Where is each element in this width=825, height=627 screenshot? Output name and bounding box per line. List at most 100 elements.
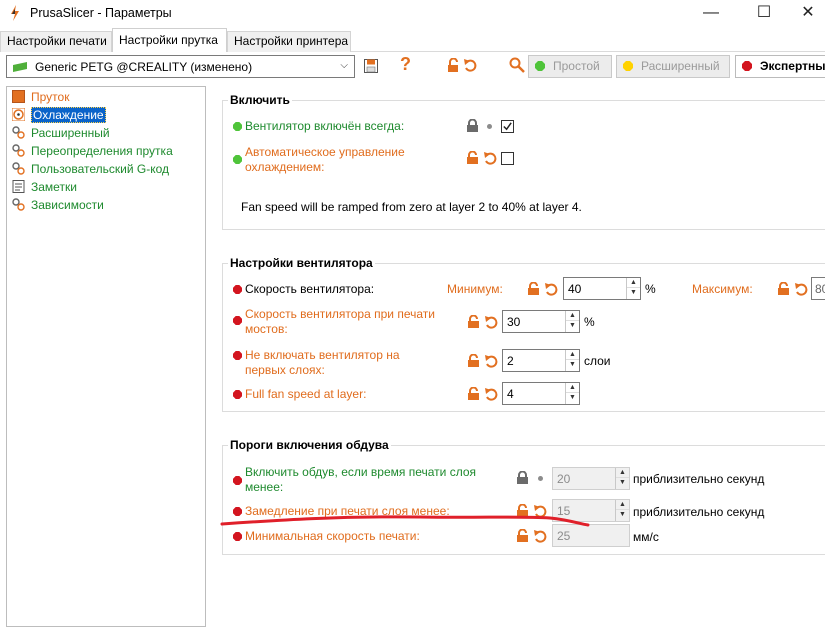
unlocked-lock-icon[interactable] [467,387,481,401]
undo-arrow-icon[interactable] [794,282,808,296]
spin-down-icon[interactable]: ▼ [627,288,640,298]
locked-lock-icon[interactable] [516,471,530,485]
save-icon[interactable] [364,59,378,73]
tab-print-settings[interactable]: Настройки печати [0,31,112,52]
bridge-fan-unit: % [584,315,595,329]
auto-cooling-checkbox[interactable] [501,152,514,165]
spin-buttons: ▲ ▼ [565,383,579,404]
wrench-icon [12,162,25,175]
system-value-bullet-icon [538,476,543,481]
bridge-fan-spinbox[interactable]: 30 ▲ ▼ [502,310,580,333]
unlocked-lock-icon[interactable] [777,282,791,296]
bridge-fan-label-line2: мостов: [245,322,288,336]
system-value-bullet-icon [487,124,492,129]
spin-down-icon[interactable]: ▼ [616,510,629,520]
spin-buttons: ▲ ▼ [626,278,640,299]
disable-fan-first-label: Не включать вентилятор на [245,348,400,362]
disable-fan-first-label-line2: первых слоях: [245,363,325,377]
bridge-fan-value: 30 [507,315,521,329]
mode-expert-button[interactable]: Экспертный [735,55,825,78]
unlocked-lock-icon[interactable] [466,151,480,165]
unlocked-lock-icon[interactable] [527,282,541,296]
wrench-icon [12,198,25,211]
fan-speed-min-spinbox[interactable]: 40 ▲ ▼ [563,277,641,300]
tree-item-cooling[interactable]: Охлаждение [12,107,106,124]
green-mode-icon [535,61,545,71]
spin-down-icon[interactable]: ▼ [616,478,629,488]
spin-down-icon[interactable]: ▼ [566,360,579,370]
undo-arrow-icon[interactable] [484,387,498,401]
settings-tabs: Настройки печати Настройки прутка Настро… [0,28,825,53]
undo-arrow-icon[interactable] [533,529,547,543]
expert-mode-marker [233,476,242,485]
close-button[interactable]: ✕ [785,0,825,28]
undo-arrow-icon[interactable] [483,151,497,165]
unlocked-lock-icon[interactable] [447,58,461,73]
notes-icon [12,180,25,193]
expert-mode-marker [233,351,242,360]
tab-filament-settings[interactable]: Настройки прутка [112,28,227,53]
tree-item-advanced[interactable]: Расширенный [12,125,110,142]
fan-speed-min-label: Минимум: [447,282,503,296]
unlocked-lock-icon[interactable] [516,529,530,543]
search-icon[interactable] [509,57,525,73]
help-question-icon[interactable]: ? [400,54,411,75]
spin-buttons: ▲ ▼ [615,500,629,521]
tree-item-notes[interactable]: Заметки [12,179,77,196]
mode-simple-button[interactable]: Простой [528,55,612,78]
simple-mode-marker [233,122,242,131]
maximize-button[interactable]: ☐ [741,0,787,28]
spin-up-icon[interactable]: ▲ [566,311,579,321]
spin-up-icon[interactable]: ▲ [566,383,579,393]
disable-fan-first-spinbox[interactable]: 2 ▲ ▼ [502,349,580,372]
undo-arrow-icon[interactable] [484,315,498,329]
wrench-icon [12,126,25,139]
spin-down-icon[interactable]: ▼ [566,321,579,331]
preset-combobox[interactable]: Generic PETG @CREALITY (изменено) ⌵ [6,55,355,78]
chevron-down-icon: ⌵ [340,60,348,71]
fan-speed-max-value: 80 [815,282,825,296]
spin-down-icon[interactable]: ▼ [566,393,579,403]
fan-settings-group-title: Настройки вентилятора [228,256,375,270]
full-fan-layer-value: 4 [507,387,514,401]
fan-speed-min-unit: % [645,282,656,296]
spin-buttons: ▲ ▼ [565,350,579,371]
full-fan-layer-spinbox[interactable]: 4 ▲ ▼ [502,382,580,405]
undo-arrow-icon[interactable] [544,282,558,296]
unlocked-lock-icon[interactable] [467,315,481,329]
spin-up-icon[interactable]: ▲ [616,468,629,478]
mode-advanced-label: Расширенный [641,59,720,73]
checkmark-icon [503,122,512,131]
fan-speed-label: Скорость вентилятора: [245,282,375,296]
min-print-speed-unit: мм/с [633,530,659,544]
unlocked-lock-icon[interactable] [467,354,481,368]
settings-panel: Включить Вентилятор включён всегда: Авто… [206,86,825,627]
spool-icon [12,90,25,103]
red-mode-icon [742,61,752,71]
spin-up-icon[interactable]: ▲ [627,278,640,288]
tree-item-custom-gcode[interactable]: Пользовательский G-код [12,161,169,178]
cooling-thresholds-group-title: Пороги включения обдува [228,438,391,452]
undo-arrow-icon[interactable] [484,354,498,368]
mode-expert-label: Экспертный [760,59,825,73]
tree-item-dependencies[interactable]: Зависимости [12,197,104,214]
mode-advanced-button[interactable]: Расширенный [616,55,730,78]
fan-speed-max-spinbox[interactable]: 80 [811,277,825,300]
fan-always-on-label: Вентилятор включён всегда: [245,119,405,133]
minimize-button[interactable]: — [688,0,734,28]
spin-up-icon[interactable]: ▲ [566,350,579,360]
tree-item-filament[interactable]: Пруток [12,89,69,106]
locked-lock-icon[interactable] [466,119,480,133]
tab-printer-settings[interactable]: Настройки принтера [227,31,351,52]
enable-below-spinbox[interactable]: 20 ▲ ▼ [552,467,630,490]
spin-buttons: ▲ ▼ [565,311,579,332]
preset-name: Generic PETG @CREALITY (изменено) [35,60,253,74]
prusaslicer-logo-icon [11,5,19,21]
spin-up-icon[interactable]: ▲ [616,500,629,510]
fan-always-on-checkbox[interactable] [501,120,514,133]
slowdown-below-unit: приблизительно секунд [633,505,765,519]
undo-arrow-icon[interactable] [463,58,478,73]
enable-below-label-line2: менее: [245,480,284,494]
disable-fan-first-unit: слои [584,354,611,368]
tree-item-filament-overrides[interactable]: Переопределения прутка [12,143,173,160]
